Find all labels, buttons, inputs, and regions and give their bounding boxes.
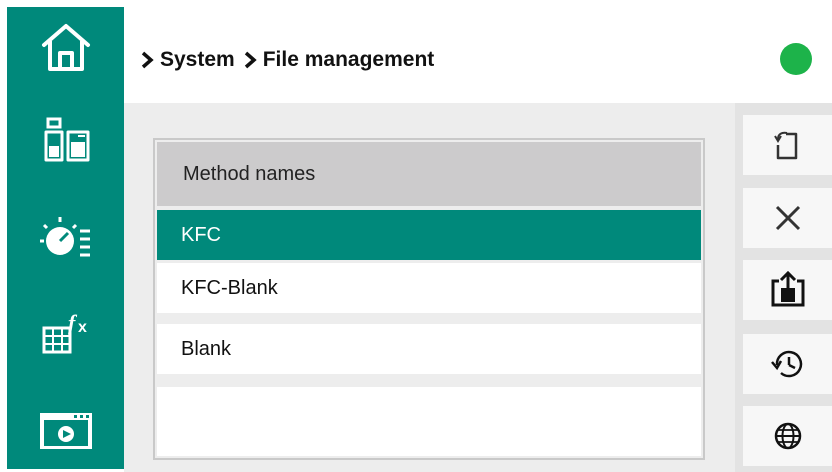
import-button[interactable] [743, 115, 832, 175]
breadcrumb: System File management [140, 46, 434, 74]
list-item[interactable]: KFC [157, 210, 701, 260]
history-icon [770, 350, 802, 378]
action-toolbar [735, 103, 832, 472]
header: System File management [124, 7, 832, 103]
history-button[interactable] [743, 334, 832, 394]
export-icon [771, 270, 804, 307]
nav-reagents-button[interactable] [7, 102, 124, 182]
svg-text:f: f [68, 310, 78, 335]
home-icon [41, 24, 90, 71]
nav-formula-button[interactable]: f x [7, 292, 124, 372]
delete-button[interactable] [743, 188, 832, 248]
list-item[interactable]: KFC-Blank [157, 263, 701, 313]
language-button[interactable] [743, 406, 832, 466]
nav-home-button[interactable] [7, 7, 124, 87]
formula-table-icon: f x [42, 310, 87, 354]
list-item[interactable] [157, 387, 701, 456]
list-header: Method names [157, 142, 701, 206]
method-list: Method names KFC KFC-Blank Blank [153, 138, 705, 460]
svg-text:x: x [78, 319, 87, 336]
reagent-bottles-icon [44, 117, 89, 162]
delete-icon [775, 205, 800, 231]
file-import-icon [773, 131, 797, 160]
list-item[interactable]: Blank [157, 324, 701, 374]
breadcrumb-file-management: File management [262, 48, 435, 71]
sidebar: f x [7, 7, 124, 469]
globe-icon [774, 422, 801, 450]
video-player-icon [39, 413, 92, 449]
main-panel: Method names KFC KFC-Blank Blank [124, 103, 735, 472]
breadcrumb-chevron-icon [243, 51, 257, 69]
breadcrumb-chevron-icon [140, 51, 154, 69]
status-indicator [780, 43, 812, 75]
breadcrumb-system[interactable]: System [160, 48, 235, 72]
export-button[interactable] [743, 260, 832, 320]
nav-video-button[interactable] [7, 389, 124, 469]
nav-titration-button[interactable] [7, 197, 124, 277]
titration-settings-icon [39, 217, 90, 257]
